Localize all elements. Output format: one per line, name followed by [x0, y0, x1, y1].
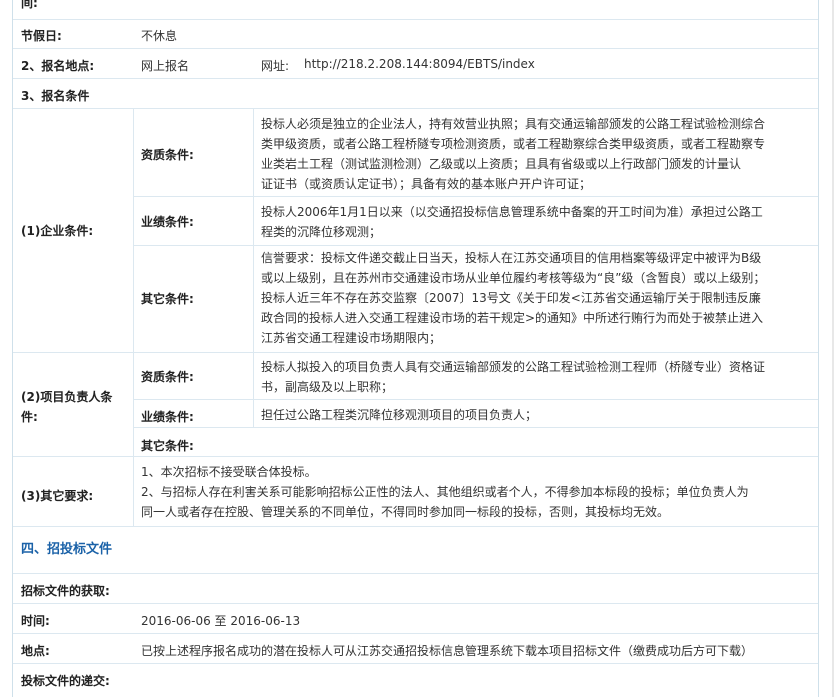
- section4-title: 四、招投标文件: [21, 542, 113, 557]
- cut-label: 间:: [21, 0, 38, 10]
- row-cut: 间:: [13, 0, 818, 20]
- other-req-text: 1、本次招标不接受联合体投标。 2、与招标人存在利害关系可能影响招标公正性的法人…: [141, 465, 749, 519]
- row-signup-cond: 3、报名条件: [13, 79, 818, 109]
- enterprise-perf-text: 投标人2006年1月1日以来（以交通招投标信息管理系统中备案的开工时间为准）承担…: [261, 205, 763, 239]
- pm-label-1: (2)项目负责人条: [21, 390, 113, 404]
- enterprise-other-label: 其它条件:: [141, 292, 194, 306]
- row-signup-place: 2、报名地点: 网上报名 网址: http://218.2.208.144:80…: [13, 49, 818, 79]
- enterprise-label: (1)企业条件:: [21, 224, 94, 238]
- pm-other-label: 其它条件:: [141, 439, 194, 453]
- doc-get-label: 招标文件的获取:: [21, 584, 110, 598]
- time-value: 2016-06-06 至 2016-06-13: [141, 614, 301, 628]
- signup-url-link[interactable]: http://218.2.208.144:8094/EBTS/index: [304, 57, 535, 71]
- place-label: 地点:: [21, 644, 50, 658]
- holiday-value: 不休息: [141, 29, 178, 43]
- row-pm: (2)项目负责人条 件: 资质条件: 投标人拟投入的项目负责人具有交通运输部颁发…: [13, 353, 818, 457]
- row-doc-get: 招标文件的获取:: [13, 574, 818, 604]
- row-enterprise: (1)企业条件: 资质条件: 投标人必须是独立的企业法人，持有效营业执照；具有交…: [13, 109, 818, 353]
- holiday-label: 节假日:: [21, 29, 62, 43]
- other-req-label: (3)其它要求:: [21, 489, 94, 503]
- row-section4: 四、招投标文件: [13, 527, 818, 574]
- pm-qual-label: 资质条件:: [141, 370, 194, 384]
- page: 间: 节假日: 不休息 2、报名地点: 网上报名 网址: http://218.…: [0, 0, 834, 697]
- url-label: 网址:: [261, 59, 290, 73]
- signup-place-label: 2、报名地点:: [21, 59, 95, 73]
- row-place: 地点: 已按上述程序报名成功的潜在投标人可从江苏交通招投标信息管理系统下载本项目…: [13, 634, 818, 664]
- doc-submit-label: 投标文件的递交:: [21, 674, 110, 688]
- info-table: 间: 节假日: 不休息 2、报名地点: 网上报名 网址: http://218.…: [12, 0, 819, 697]
- pm-perf-text: 担任过公路工程类沉降位移观测项目的项目负责人；: [261, 408, 538, 422]
- enterprise-perf-label: 业绩条件:: [141, 215, 194, 229]
- pm-label-2: 件:: [21, 410, 38, 424]
- row-holiday: 节假日: 不休息: [13, 20, 818, 49]
- enterprise-qual-text: 投标人必须是独立的企业法人，持有效营业执照；具有交通运输部颁发的公路工程试验检测…: [261, 117, 766, 191]
- row-time: 时间: 2016-06-06 至 2016-06-13: [13, 604, 818, 634]
- row-doc-submit: 投标文件的递交:: [13, 664, 818, 697]
- signup-cond-label: 3、报名条件: [21, 89, 90, 103]
- place-value: 已按上述程序报名成功的潜在投标人可从江苏交通招投标信息管理系统下载本项目招标文件…: [141, 644, 754, 658]
- row-other-req: (3)其它要求: 1、本次招标不接受联合体投标。 2、与招标人存在利害关系可能影…: [13, 457, 818, 527]
- pm-qual-text: 投标人拟投入的项目负责人具有交通运输部颁发的公路工程试验检测工程师（桥隧专业）资…: [261, 360, 766, 394]
- signup-place-value: 网上报名: [141, 59, 190, 73]
- enterprise-other-text: 信誉要求：投标文件递交截止日当天，投标人在江苏交通项目的信用档案等级评定中被评为…: [261, 251, 766, 345]
- time-label: 时间:: [21, 614, 50, 628]
- pm-perf-label: 业绩条件:: [141, 410, 194, 424]
- enterprise-qual-label: 资质条件:: [141, 148, 194, 162]
